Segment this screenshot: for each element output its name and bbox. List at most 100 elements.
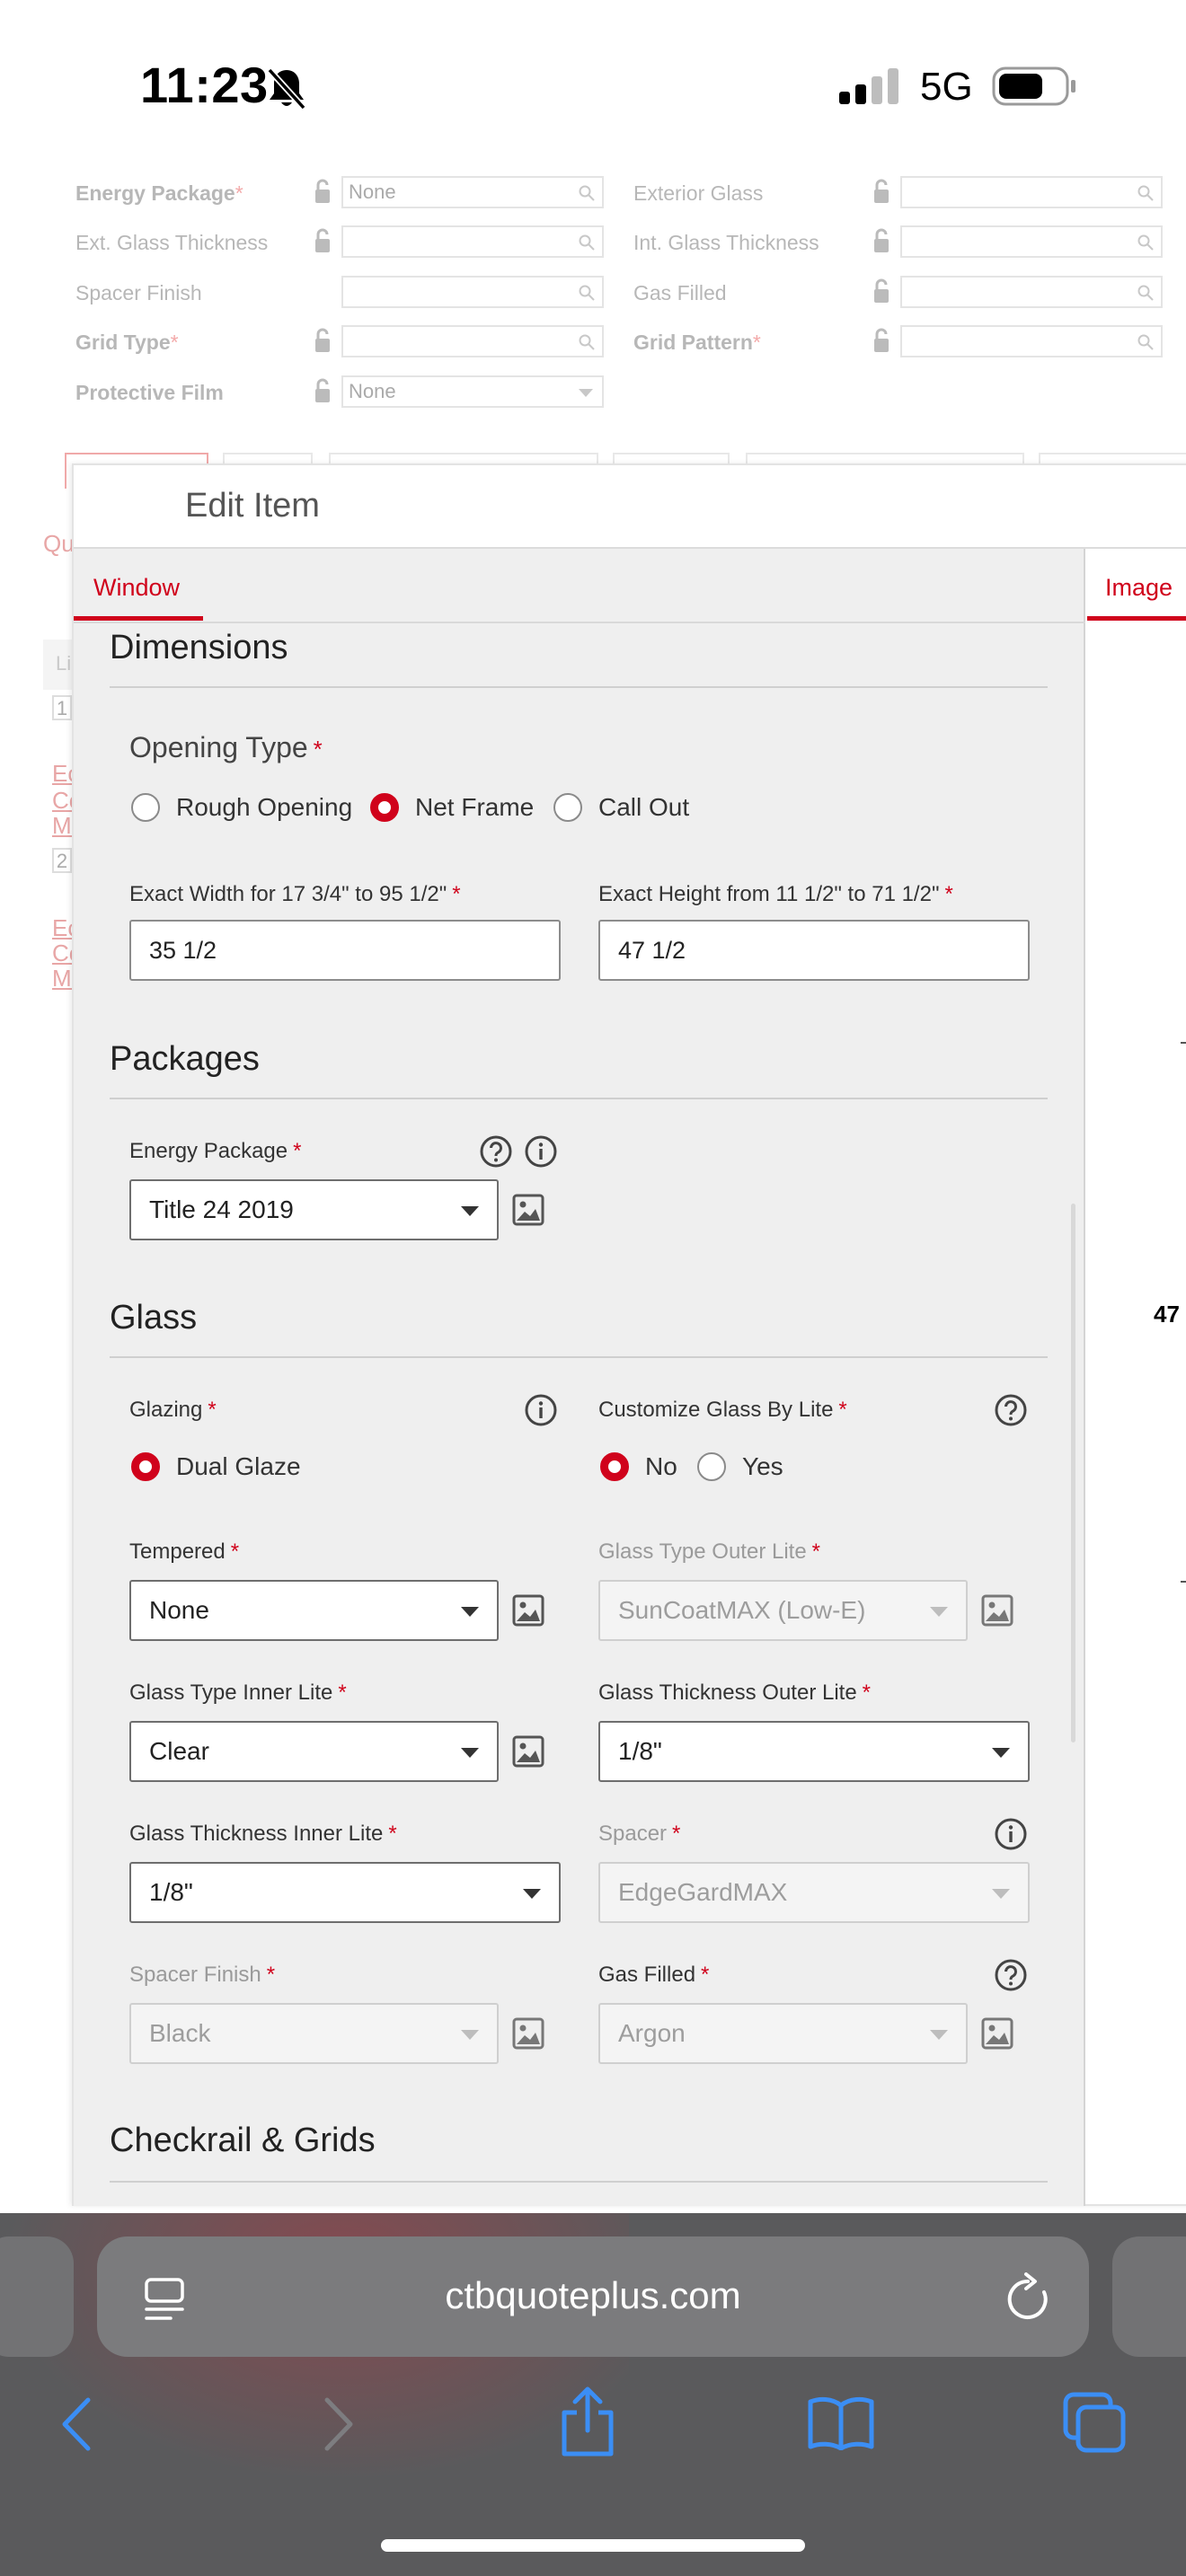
bg-label-ext-glass-thickness: Ext. Glass Thickness — [75, 231, 269, 254]
tab-window[interactable]: Window — [74, 549, 203, 622]
radio-rough-opening[interactable] — [131, 793, 160, 822]
info-icon[interactable] — [524, 1393, 558, 1427]
image-icon[interactable] — [512, 1194, 544, 1226]
radio-call-out[interactable] — [553, 793, 582, 822]
image-icon[interactable] — [512, 2017, 544, 2050]
image-icon[interactable] — [512, 1594, 544, 1627]
bookmarks-icon[interactable] — [807, 2396, 875, 2450]
outer-type-select[interactable]: SunCoatMAX (Low-E) — [598, 1580, 968, 1641]
radio-label-call-out[interactable]: Call Out — [598, 793, 689, 822]
tab-divider — [74, 622, 1085, 623]
unlock-icon[interactable] — [314, 227, 331, 254]
bg-fragment: Qu — [43, 530, 75, 557]
width-label: Exact Width for 17 3/4" to 95 1/2" * — [129, 882, 461, 906]
help-icon[interactable] — [994, 1393, 1028, 1427]
tempered-label: Tempered * — [129, 1539, 240, 1564]
image-icon[interactable] — [981, 2017, 1013, 2050]
chevron-down-icon — [461, 1206, 479, 1216]
unlock-icon[interactable] — [314, 178, 331, 205]
tempered-select[interactable]: None — [129, 1580, 499, 1641]
outer-thickness-select[interactable]: 1/8" — [598, 1721, 1030, 1782]
height-input[interactable]: 47 1/2 — [598, 920, 1030, 981]
radio-label-dual-glaze[interactable]: Dual Glaze — [176, 1452, 301, 1481]
url-text[interactable]: ctbquoteplus.com — [97, 2274, 1089, 2317]
search-icon — [1137, 185, 1154, 201]
radio-label-customize-yes[interactable]: Yes — [742, 1452, 783, 1481]
bg-exterior-glass-input[interactable] — [900, 176, 1163, 208]
gas-filled-select[interactable]: Argon — [598, 2003, 968, 2064]
unlock-icon[interactable] — [873, 178, 890, 205]
bg-label-energy-package: Energy Package* — [75, 181, 243, 205]
dimension-tick — [1181, 1042, 1186, 1044]
image-dimension-label: 47 — [1154, 1301, 1180, 1328]
unlock-icon[interactable] — [314, 327, 331, 354]
radio-label-net-frame[interactable]: Net Frame — [415, 793, 534, 822]
bg-int-glass-thickness-input[interactable] — [900, 225, 1163, 258]
chevron-down-icon — [992, 1748, 1010, 1758]
radio-customize-yes[interactable] — [697, 1452, 726, 1481]
help-icon[interactable] — [994, 1958, 1028, 1992]
chevron-down-icon — [930, 1607, 948, 1617]
section-title-packages: Packages — [110, 1040, 260, 1078]
inner-type-label: Glass Type Inner Lite * — [129, 1681, 347, 1705]
spacer-finish-select[interactable]: Black — [129, 2003, 499, 2064]
inner-thickness-select[interactable]: 1/8" — [129, 1862, 561, 1923]
unlock-icon[interactable] — [873, 227, 890, 254]
radio-net-frame[interactable] — [370, 793, 399, 822]
search-icon — [1137, 234, 1154, 251]
bg-row-header: Li — [43, 640, 74, 690]
back-icon[interactable] — [59, 2396, 95, 2452]
info-icon[interactable] — [994, 1817, 1028, 1851]
glazing-label: Glazing * — [129, 1398, 217, 1422]
home-indicator[interactable] — [381, 2539, 805, 2552]
previous-tab-pill[interactable] — [0, 2236, 74, 2357]
bg-gas-filled-input[interactable] — [900, 276, 1163, 308]
next-tab-pill[interactable] — [1112, 2236, 1186, 2357]
unlock-icon[interactable] — [873, 278, 890, 304]
chevron-down-icon — [461, 1748, 479, 1758]
image-icon[interactable] — [981, 1594, 1013, 1627]
forward-icon[interactable] — [320, 2396, 356, 2452]
bg-energy-package-input[interactable]: None — [341, 176, 604, 208]
radio-label-customize-no[interactable]: No — [645, 1452, 677, 1481]
tab-window-underline — [74, 616, 203, 621]
section-divider — [110, 2181, 1048, 2183]
bg-spacer-finish-input[interactable] — [341, 276, 604, 308]
unlock-icon[interactable] — [314, 377, 331, 404]
network-type: 5G — [920, 65, 973, 109]
inner-type-select[interactable]: Clear — [129, 1721, 499, 1782]
help-icon[interactable] — [479, 1134, 513, 1169]
energy-package-select[interactable]: Title 24 2019 — [129, 1179, 499, 1240]
bg-grid-type-input[interactable] — [341, 325, 604, 357]
unlock-icon[interactable] — [873, 327, 890, 354]
chevron-down-icon — [992, 1889, 1010, 1899]
bg-label-grid-type: Grid Type* — [75, 331, 179, 354]
bg-ext-glass-thickness-input[interactable] — [341, 225, 604, 258]
section-title-checkrail: Checkrail & Grids — [110, 2122, 376, 2159]
radio-label-rough-opening[interactable]: Rough Opening — [176, 793, 352, 822]
image-icon[interactable] — [512, 1735, 544, 1768]
chevron-down-icon — [930, 2030, 948, 2040]
radio-dual-glaze[interactable] — [131, 1452, 160, 1481]
share-icon[interactable] — [559, 2386, 616, 2457]
dimension-tick — [1181, 1581, 1186, 1583]
bg-grid-pattern-input[interactable] — [900, 325, 1163, 357]
battery-icon — [992, 66, 1075, 106]
bg-fragment: 1 — [52, 695, 72, 720]
status-time: 11:23 — [140, 57, 269, 113]
info-icon[interactable] — [524, 1134, 558, 1169]
reload-icon[interactable] — [1005, 2272, 1051, 2323]
search-icon — [1137, 334, 1154, 350]
width-input[interactable]: 35 1/2 — [129, 920, 561, 981]
radio-customize-no[interactable] — [600, 1452, 629, 1481]
search-icon — [579, 185, 595, 201]
tab-image[interactable]: Image — [1087, 549, 1186, 622]
bg-protective-film-select[interactable]: None — [341, 375, 604, 408]
panel-scrollbar[interactable] — [1071, 1204, 1075, 1742]
spacer-select[interactable]: EdgeGardMAX — [598, 1862, 1030, 1923]
height-label: Exact Height from 11 1/2" to 71 1/2" * — [598, 882, 953, 906]
customize-glass-label: Customize Glass By Lite * — [598, 1398, 847, 1422]
tabs-icon[interactable] — [1062, 2391, 1127, 2454]
bg-label-spacer-finish: Spacer Finish — [75, 281, 202, 304]
chevron-down-icon — [461, 2030, 479, 2040]
